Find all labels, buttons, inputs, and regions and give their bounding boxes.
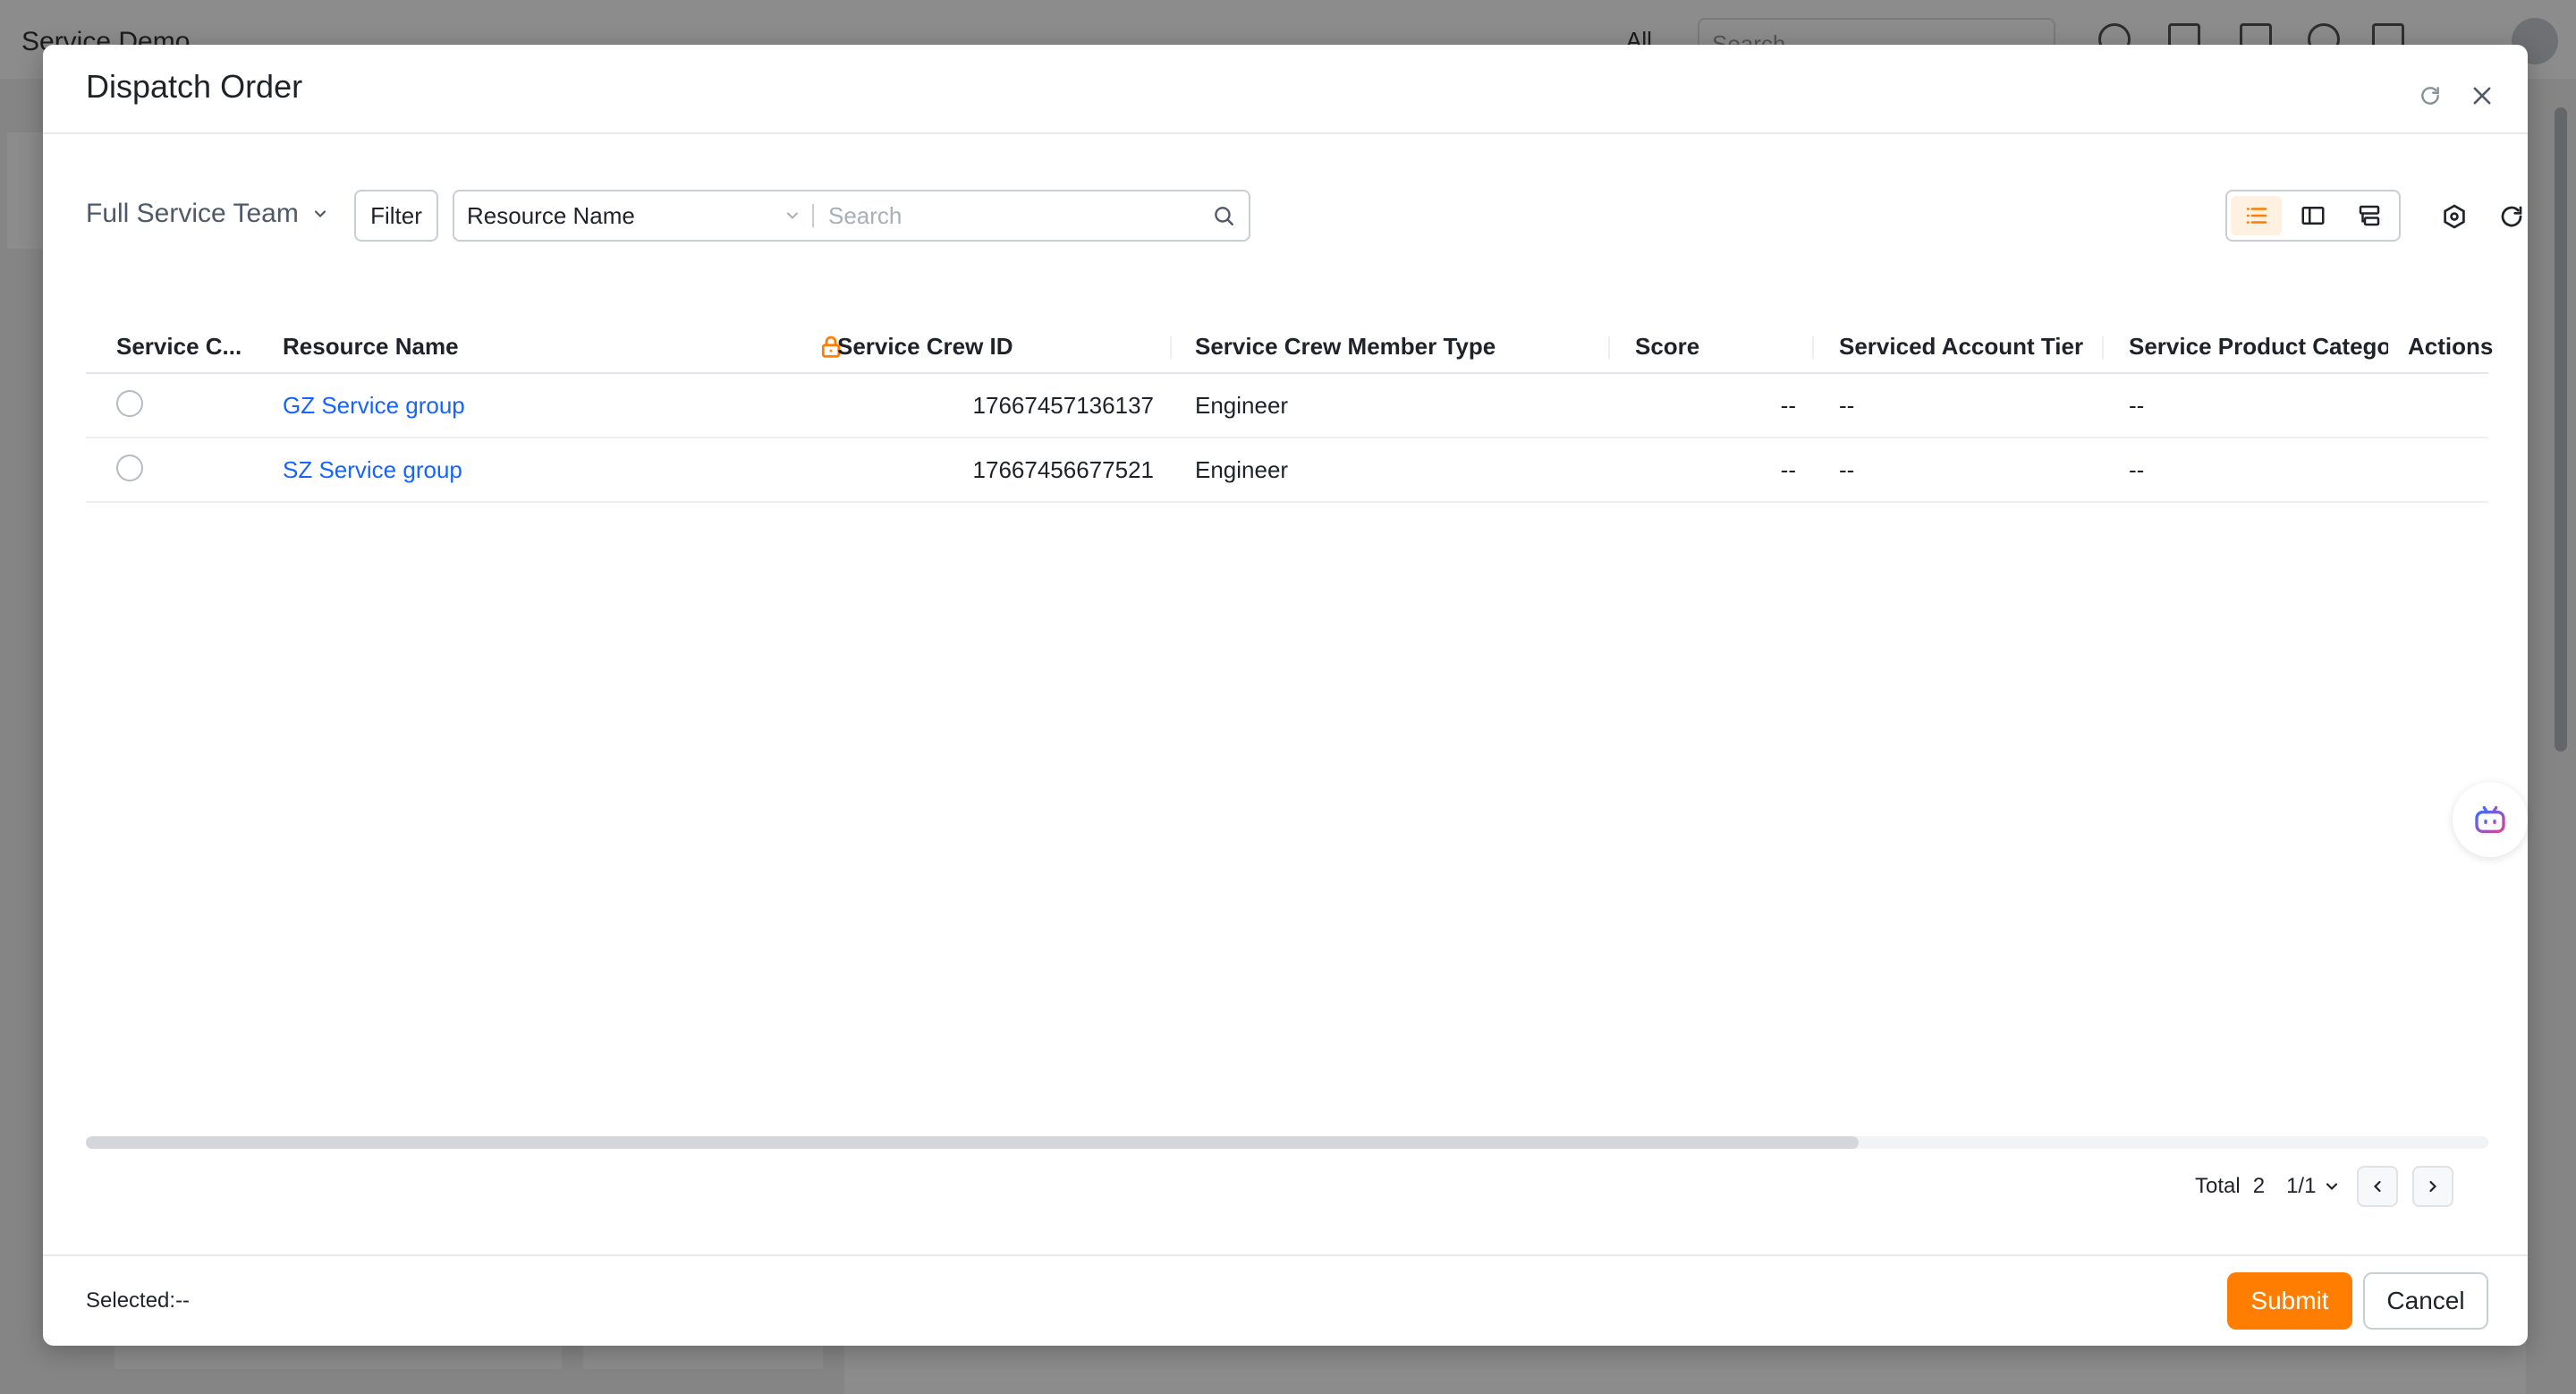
- total-count: 2: [2252, 1174, 2266, 1198]
- column-divider: [2102, 336, 2104, 360]
- split-view-icon: [2301, 207, 2325, 225]
- previous-page-button[interactable]: [2357, 1166, 2399, 1207]
- dialog-footer: Selected:-- Submit Cancel: [43, 1254, 2528, 1346]
- assistant-button[interactable]: [2453, 782, 2528, 857]
- column-header-product-category[interactable]: Service Product Catego: [2129, 333, 2388, 361]
- chevron-down-icon: [2326, 1183, 2338, 1191]
- page-indicator: 1/1: [2286, 1174, 2317, 1198]
- split-view-button[interactable]: [2287, 196, 2338, 235]
- close-icon: [2473, 87, 2491, 105]
- column-header-service-crew-id[interactable]: Service Crew ID: [837, 333, 1013, 361]
- product-category-value: --: [2129, 456, 2145, 483]
- column-divider: [1608, 336, 1610, 360]
- search-field-select[interactable]: Resource Name: [454, 191, 812, 240]
- dialog-title: Dispatch Order: [86, 68, 303, 105]
- page-select[interactable]: 1/1: [2286, 1174, 2341, 1199]
- product-category-value: --: [2129, 392, 2145, 419]
- settings-icon: [2444, 204, 2465, 229]
- filter-button[interactable]: Filter: [354, 190, 438, 242]
- search-box: Resource Name: [453, 190, 1250, 242]
- column-header-resource-name[interactable]: Resource Name: [283, 333, 459, 361]
- resource-name-link[interactable]: SZ Service group: [283, 456, 462, 484]
- column-header-actions: Actions: [2408, 333, 2494, 360]
- table-toolbar: Full Service Team Filter Resource Name: [86, 190, 2522, 242]
- chevron-left-icon: [2374, 1180, 2382, 1193]
- resource-table: Service C... Resource Name Service Crew …: [86, 324, 2493, 503]
- row-select-radio[interactable]: [116, 455, 143, 481]
- column-divider: [1812, 336, 1814, 360]
- dialog-close-button[interactable]: [2467, 81, 2497, 111]
- row-select-radio[interactable]: [116, 390, 143, 417]
- search-icon: [1215, 207, 1233, 225]
- cancel-button[interactable]: Cancel: [2363, 1272, 2488, 1330]
- horizontal-scrollbar[interactable]: [86, 1136, 2488, 1149]
- account-tier-value: --: [1839, 456, 1855, 483]
- chevron-right-icon: [2429, 1180, 2437, 1193]
- robot-icon: [2475, 806, 2505, 833]
- selected-summary: Selected:--: [86, 1288, 191, 1313]
- chevron-down-icon: [787, 212, 798, 219]
- column-header-account-tier[interactable]: Serviced Account Tier: [1839, 333, 2083, 361]
- table-refresh-button[interactable]: [2496, 200, 2528, 233]
- group-view-icon: [2360, 205, 2380, 226]
- service-crew-id: 17667457136137: [972, 392, 1154, 419]
- resource-name-link[interactable]: GZ Service group: [283, 392, 465, 420]
- group-view-button[interactable]: [2344, 196, 2395, 235]
- member-type: Engineer: [1195, 392, 1289, 419]
- submit-button[interactable]: Submit: [2227, 1272, 2352, 1330]
- pagination: Total 2 1/1: [2195, 1165, 2454, 1208]
- column-header-score[interactable]: Score: [1635, 333, 1699, 361]
- horizontal-scrollbar-thumb[interactable]: [86, 1136, 1859, 1149]
- search-input[interactable]: [814, 191, 1199, 240]
- next-page-button[interactable]: [2412, 1166, 2454, 1207]
- refresh-icon: [2501, 206, 2522, 227]
- team-select[interactable]: Full Service Team: [86, 199, 329, 229]
- score-value: --: [1780, 392, 1796, 419]
- list-view-icon: [2246, 208, 2267, 224]
- column-divider: [1170, 336, 1172, 360]
- member-type: Engineer: [1195, 456, 1289, 483]
- total-label: Total: [2195, 1174, 2241, 1198]
- dialog-header: Dispatch Order: [43, 45, 2528, 134]
- account-tier-value: --: [1839, 392, 1855, 419]
- table-header: Service C... Resource Name Service Crew …: [86, 324, 2493, 374]
- table-row[interactable]: SZ Service group 17667456677521 Engineer…: [86, 438, 2488, 503]
- column-header-member-type[interactable]: Service Crew Member Type: [1195, 333, 1496, 361]
- view-mode-switch: [2225, 190, 2401, 242]
- dispatch-order-dialog: Dispatch Order Full Service Team Filter …: [43, 45, 2528, 1346]
- score-value: --: [1780, 456, 1796, 483]
- team-select-label: Full Service Team: [86, 199, 299, 228]
- search-button[interactable]: [1199, 191, 1249, 240]
- search-field-label: Resource Name: [467, 201, 635, 229]
- chevron-down-icon: [314, 210, 326, 218]
- dialog-refresh-button[interactable]: [2415, 81, 2445, 111]
- service-crew-id: 17667456677521: [972, 456, 1154, 483]
- list-view-button[interactable]: [2231, 196, 2283, 235]
- column-header-service-crew[interactable]: Service C...: [116, 333, 250, 361]
- table-row[interactable]: GZ Service group 17667457136137 Engineer…: [86, 374, 2488, 438]
- refresh-icon: [2421, 87, 2439, 105]
- table-settings-button[interactable]: [2438, 200, 2470, 233]
